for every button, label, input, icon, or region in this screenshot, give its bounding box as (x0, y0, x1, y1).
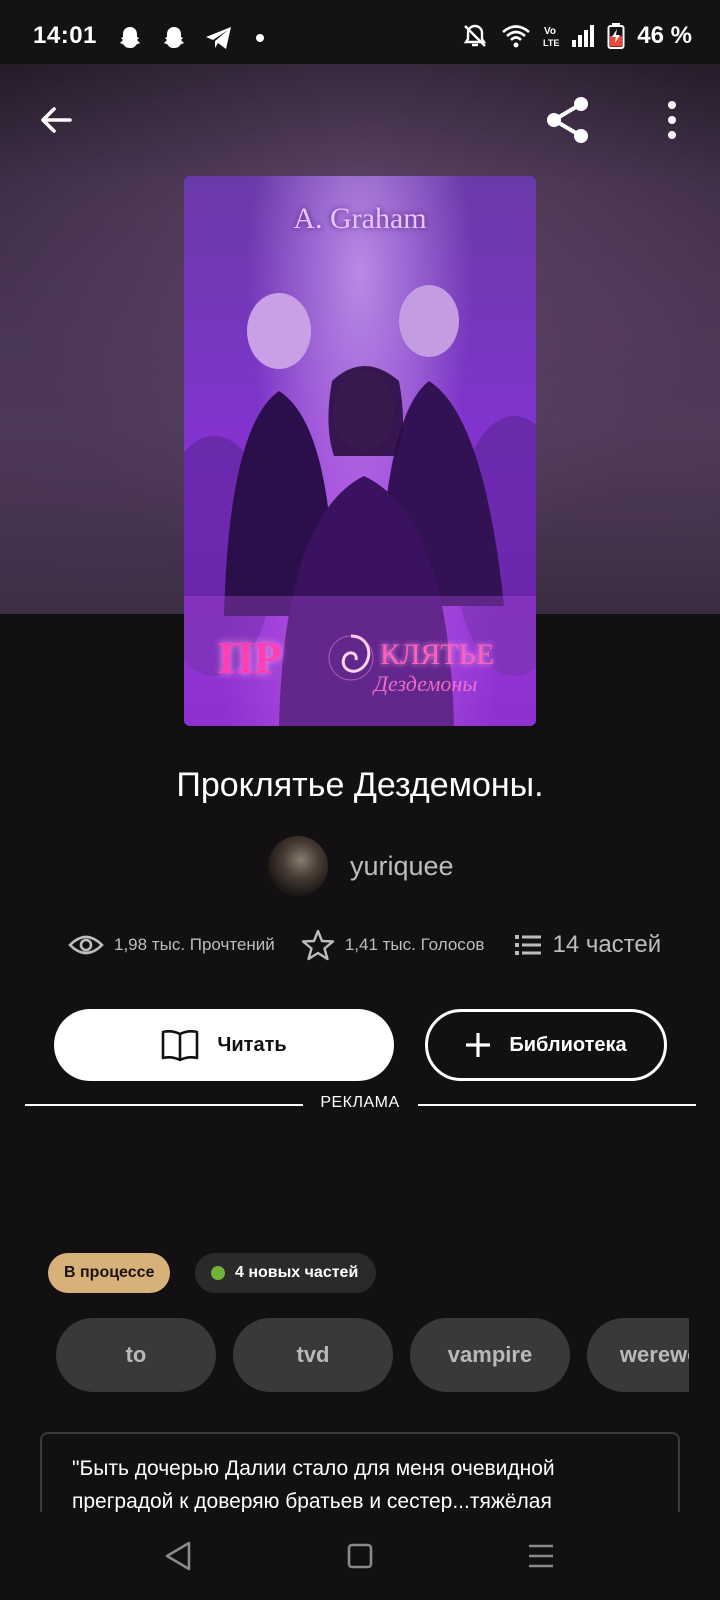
tag-chip[interactable]: werewolf (587, 1318, 689, 1392)
menu-lines-icon (529, 1544, 553, 1568)
snapchat-icon (120, 27, 140, 48)
list-icon (515, 935, 542, 955)
tag-chip[interactable]: vampire (410, 1318, 570, 1392)
tags-carousel[interactable]: to tvd vampire werewolf (56, 1318, 689, 1392)
book-cover[interactable]: A. Graham ПР КЛЯТЬЕ Дездемоны (184, 176, 536, 726)
cover-author: A. Graham (293, 202, 427, 235)
square-home-icon (347, 1543, 373, 1569)
nav-home-button[interactable] (340, 1538, 380, 1574)
tag-chip[interactable]: to (56, 1318, 216, 1392)
signal-icon (572, 25, 595, 47)
tag-chip[interactable]: tvd (233, 1318, 393, 1392)
bell-off-icon (464, 24, 487, 47)
ad-label: РЕКЛАМА (320, 1094, 400, 1111)
more-options-button[interactable] (644, 92, 700, 148)
more-vertical-icon (668, 101, 676, 139)
nav-back-button[interactable] (158, 1538, 198, 1574)
back-button[interactable] (28, 92, 84, 148)
read-button[interactable]: Читать (54, 1009, 394, 1081)
parts-stat[interactable]: 14 частей (514, 931, 661, 959)
parts-count: 14 частей (552, 931, 662, 958)
battery-percent: 46 % (637, 22, 692, 49)
book-title: Проклятье Дездемоны. (176, 766, 544, 804)
star-icon (301, 929, 335, 961)
new-parts-badge: 4 новых частей (195, 1253, 377, 1293)
read-button-label: Читать (217, 1033, 287, 1056)
cover-title-part2: КЛЯТЬЕ (380, 638, 495, 671)
add-to-library-button[interactable]: Библиотека (425, 1009, 667, 1081)
ad-divider-right (418, 1104, 696, 1106)
plus-icon (466, 1033, 491, 1057)
new-parts-label: 4 новых частей (235, 1264, 359, 1281)
snapchat-icon (164, 27, 184, 48)
eye-icon (68, 935, 104, 955)
cover-title-part1: ПР (218, 632, 282, 683)
svg-text:LTE: LTE (543, 38, 559, 48)
dot-icon (256, 34, 264, 42)
telegram-icon (206, 27, 231, 49)
status-bar: 14:01 Vo LTE 46 % (0, 0, 720, 64)
share-icon (547, 97, 588, 143)
reads-stat: 1,98 тыс. Прочтений (68, 933, 275, 957)
author-avatar[interactable] (268, 836, 328, 896)
cover-title-script: Дездемоны (374, 671, 478, 696)
library-button-label: Библиотека (509, 1033, 627, 1056)
status-time: 14:01 (33, 22, 97, 49)
open-book-icon (162, 1030, 199, 1062)
votes-count: 1,41 тыс. Голосов (344, 935, 485, 954)
share-button[interactable] (540, 92, 596, 148)
cover-swirl-ornament (328, 634, 374, 681)
status-badge: В процессе (48, 1253, 171, 1293)
author-link[interactable]: yuriquee (268, 836, 454, 896)
nav-recents-button[interactable] (521, 1538, 561, 1574)
volte-icon: Vo LTE (543, 26, 559, 48)
triangle-back-icon (165, 1541, 191, 1571)
story-stats: 1,98 тыс. Прочтений 1,41 тыс. Голосов 14… (68, 928, 661, 962)
reads-count: 1,98 тыс. Прочтений (114, 935, 275, 954)
new-indicator-dot (211, 1266, 225, 1280)
author-name[interactable]: yuriquee (350, 851, 454, 882)
arrow-left-icon (41, 107, 72, 133)
description-text: "Быть дочерью Далии стало для меня очеви… (72, 1457, 555, 1513)
wifi-icon (502, 25, 531, 48)
votes-stat: 1,41 тыс. Голосов (301, 928, 485, 962)
battery-icon (607, 23, 625, 49)
ad-divider-left (25, 1104, 303, 1106)
svg-text:Vo: Vo (544, 26, 556, 37)
